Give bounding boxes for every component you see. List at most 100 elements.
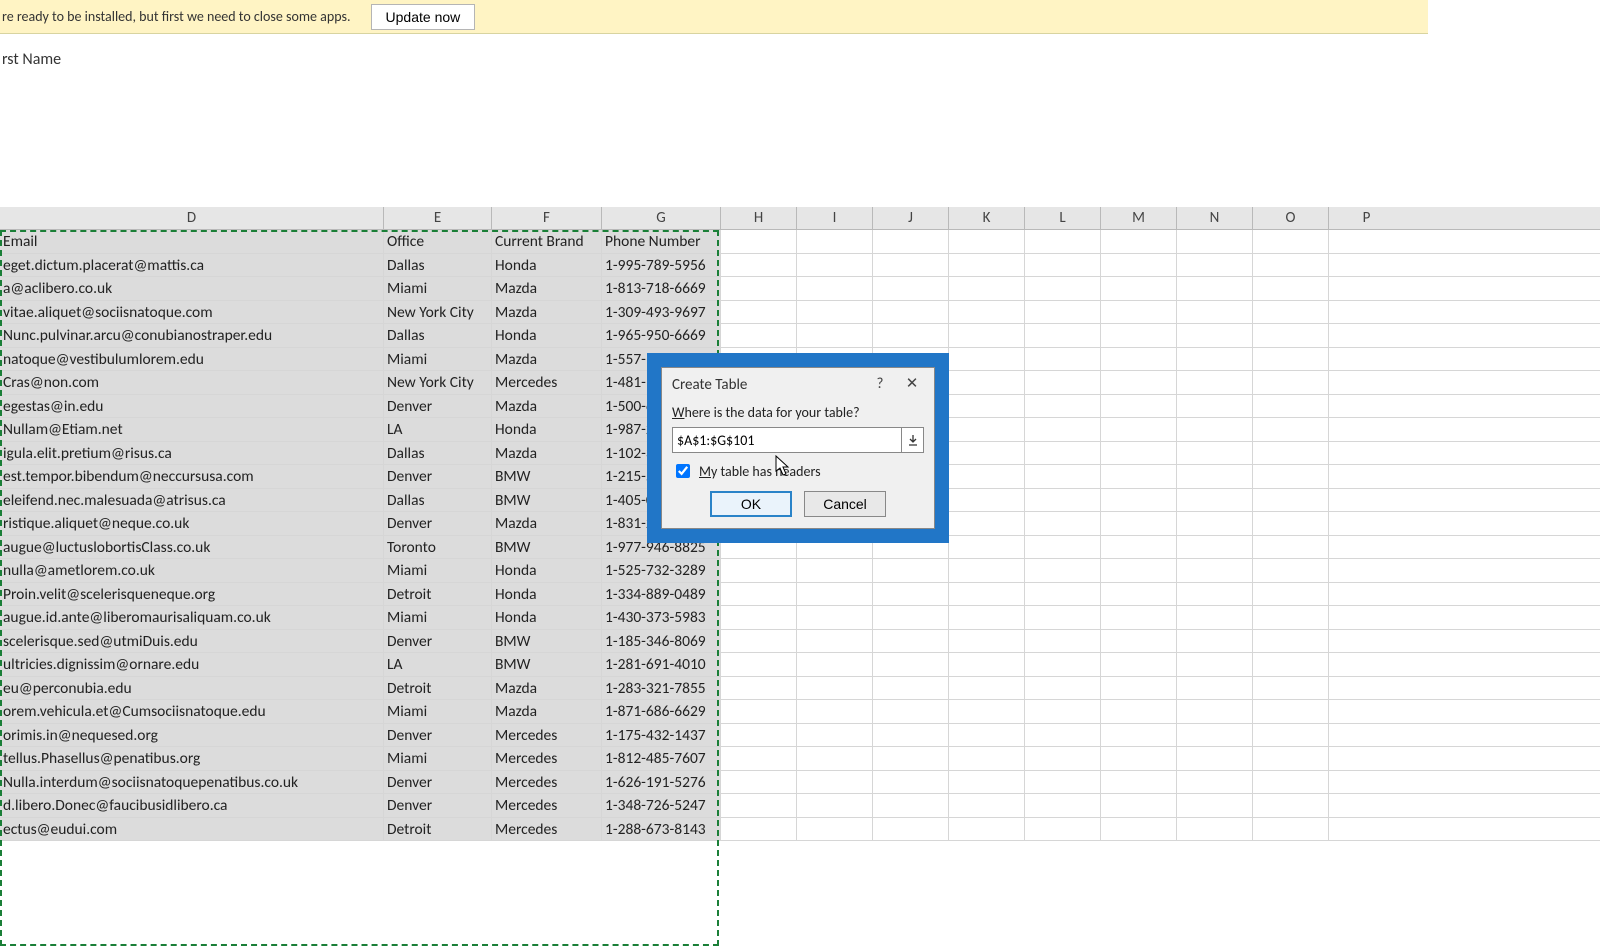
cell[interactable] [948,230,1024,253]
cell[interactable] [1024,512,1100,535]
cell[interactable]: 1-334-889-0489 [601,583,720,606]
cell[interactable]: egestas@in.edu [0,395,383,418]
cell[interactable] [1024,724,1100,747]
cell[interactable] [720,606,796,629]
cell[interactable] [948,606,1024,629]
cell[interactable] [1176,818,1252,841]
cell[interactable] [796,301,872,324]
cell[interactable] [948,512,1024,535]
cell[interactable] [1252,301,1328,324]
column-header-O[interactable]: O [1252,207,1328,229]
table-row[interactable]: Nunc.pulvinar.arcu@conubianostraper.eduD… [0,324,1600,348]
column-header-M[interactable]: M [1100,207,1176,229]
cell[interactable] [1100,606,1176,629]
column-header-G[interactable]: G [601,207,720,229]
cell[interactable] [720,677,796,700]
cell[interactable] [1100,418,1176,441]
cell[interactable] [1252,818,1328,841]
cell[interactable] [1176,630,1252,653]
cell[interactable]: Honda [491,583,601,606]
cell[interactable] [1024,254,1100,277]
cell[interactable] [720,747,796,770]
cell[interactable] [1024,794,1100,817]
cell[interactable] [1328,277,1404,300]
table-row[interactable]: vitae.aliquet@sociisnatoque.comNew York … [0,301,1600,325]
cell[interactable] [872,724,948,747]
table-row[interactable]: Nulla.interdum@sociisnatoquepenatibus.co… [0,771,1600,795]
cell[interactable]: Honda [491,418,601,441]
cell[interactable] [872,324,948,347]
cell[interactable] [1024,630,1100,653]
cell[interactable] [1176,559,1252,582]
cell[interactable] [796,630,872,653]
cell[interactable] [1100,747,1176,770]
cell[interactable] [1024,324,1100,347]
table-row[interactable]: tellus.Phasellus@penatibus.orgMiamiMerce… [0,747,1600,771]
cell[interactable] [872,794,948,817]
cell[interactable]: Proin.velit@scelerisqueneque.org [0,583,383,606]
cell[interactable] [720,583,796,606]
cell[interactable] [1024,559,1100,582]
column-header-N[interactable]: N [1176,207,1252,229]
cell[interactable]: Mercedes [491,818,601,841]
cell[interactable] [1328,583,1404,606]
cell[interactable] [720,324,796,347]
ok-button[interactable]: OK [710,491,792,517]
cell[interactable] [1100,794,1176,817]
cell[interactable]: Toronto [383,536,491,559]
cell[interactable] [1252,277,1328,300]
cell[interactable] [1024,653,1100,676]
cell[interactable] [720,724,796,747]
cell[interactable] [1328,559,1404,582]
cell[interactable]: 1-288-673-8143 [601,818,720,841]
table-row[interactable]: orimis.in@nequesed.orgDenverMercedes1-17… [0,724,1600,748]
cell[interactable] [1176,395,1252,418]
cell[interactable] [1328,818,1404,841]
cell[interactable] [1328,489,1404,512]
cell[interactable]: ectus@eudui.com [0,818,383,841]
cell[interactable]: BMW [491,630,601,653]
cell[interactable] [948,653,1024,676]
cell[interactable] [948,489,1024,512]
cell[interactable] [1176,724,1252,747]
cell[interactable]: Miami [383,348,491,371]
cell[interactable] [1024,395,1100,418]
cell[interactable] [1176,230,1252,253]
cell[interactable]: Mercedes [491,724,601,747]
cell[interactable] [720,254,796,277]
cell[interactable] [1100,536,1176,559]
cell[interactable] [948,301,1024,324]
cell[interactable]: Nulla.interdum@sociisnatoquepenatibus.co… [0,771,383,794]
collapse-dialog-icon[interactable] [902,427,924,453]
cell[interactable] [1252,324,1328,347]
cell[interactable]: Honda [491,559,601,582]
cell[interactable] [1176,301,1252,324]
formula-bar[interactable]: rst Name [0,50,1600,74]
cell[interactable]: Mazda [491,700,601,723]
column-header-H[interactable]: H [720,207,796,229]
cell[interactable]: 1-813-718-6669 [601,277,720,300]
cell[interactable] [1328,348,1404,371]
cell[interactable]: Miami [383,700,491,723]
cell[interactable]: eleifend.nec.malesuada@atrisus.ca [0,489,383,512]
cell[interactable] [1252,418,1328,441]
cell[interactable] [1024,465,1100,488]
cell[interactable] [1024,677,1100,700]
cell[interactable] [948,536,1024,559]
cell[interactable]: orimis.in@nequesed.org [0,724,383,747]
cell[interactable] [796,794,872,817]
cell[interactable] [1100,348,1176,371]
cell[interactable] [1024,442,1100,465]
cell[interactable]: Denver [383,771,491,794]
cell[interactable] [1100,489,1176,512]
cell[interactable] [1100,724,1176,747]
cell[interactable]: New York City [383,371,491,394]
cell[interactable]: eu@perconubia.edu [0,677,383,700]
cell[interactable] [1252,559,1328,582]
cell[interactable] [1176,536,1252,559]
column-header-F[interactable]: F [491,207,601,229]
cell[interactable] [1024,301,1100,324]
cell[interactable]: 1-185-346-8069 [601,630,720,653]
cell[interactable] [872,653,948,676]
column-header-L[interactable]: L [1024,207,1100,229]
